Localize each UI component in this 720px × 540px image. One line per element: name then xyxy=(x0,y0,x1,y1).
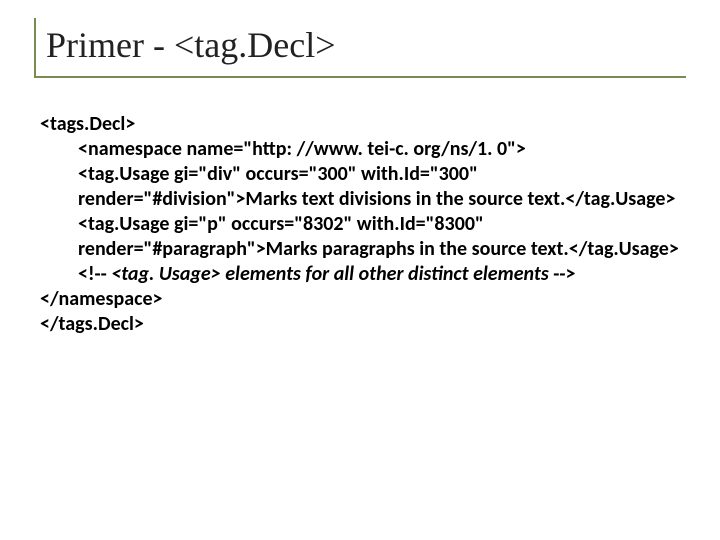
comment-close: --> xyxy=(553,262,575,286)
comment-body: <tag. Usage> elements for all other dist… xyxy=(111,262,553,286)
title-container: Primer - <tag.Decl> xyxy=(34,18,686,78)
code-line: <tags.Decl> xyxy=(40,112,686,137)
code-line: </tags.Decl> xyxy=(40,312,686,337)
page-title: Primer - <tag.Decl> xyxy=(46,26,686,66)
code-line: <tag.Usage gi="p" occurs="8302" with.Id=… xyxy=(40,212,686,262)
code-line: <!-- <tag. Usage> elements for all other… xyxy=(40,262,686,287)
code-line: <namespace name="http: //www. tei-c. org… xyxy=(40,137,686,162)
code-line: </namespace> xyxy=(40,287,686,312)
comment-open: <!-- xyxy=(78,262,111,286)
code-block: <tags.Decl> <namespace name="http: //www… xyxy=(34,112,686,337)
slide: Primer - <tag.Decl> <tags.Decl> <namespa… xyxy=(0,0,720,540)
code-line: <tag.Usage gi="div" occurs="300" with.Id… xyxy=(40,162,686,212)
